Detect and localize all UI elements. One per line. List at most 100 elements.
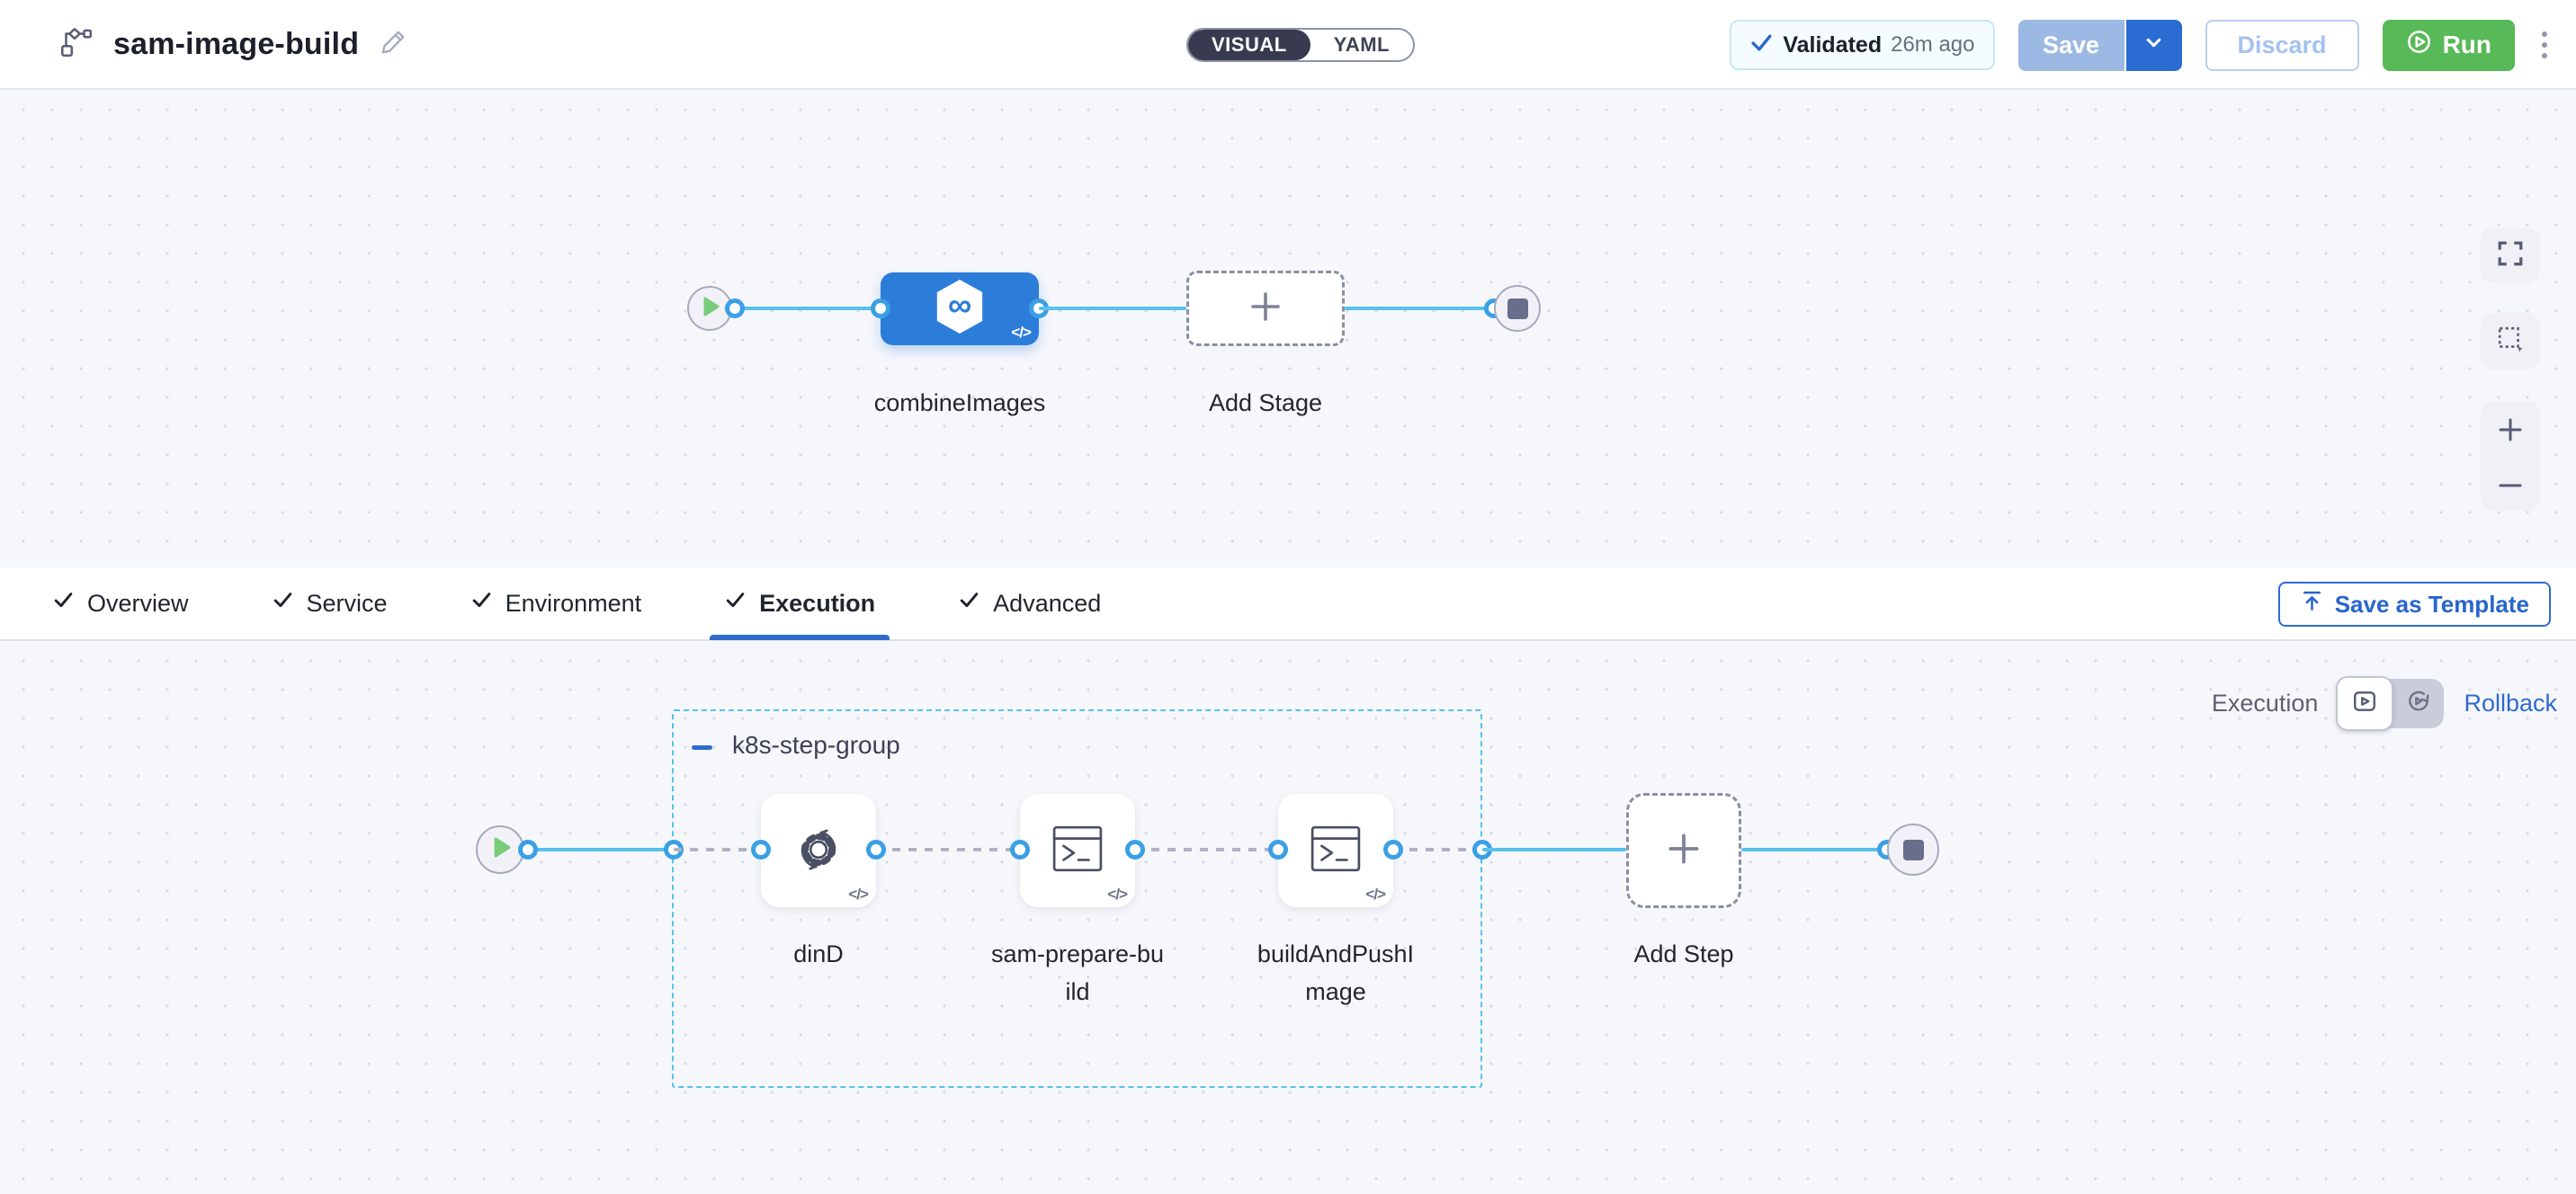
- port[interactable]: [1010, 840, 1030, 860]
- save-as-template-button[interactable]: Save as Template: [2278, 582, 2551, 627]
- rollback-link[interactable]: Rollback: [2464, 690, 2557, 717]
- execution-canvas[interactable]: Execution Rollback k8s-step-group: [0, 641, 2576, 1194]
- execution-rollback-toggle: [2338, 679, 2444, 728]
- edge-dashed: [1393, 848, 1482, 851]
- execution-view-button[interactable]: [2336, 676, 2393, 731]
- play-triangle-icon: [494, 837, 511, 862]
- play-triangle-icon: [703, 297, 720, 321]
- edge-addstage-to-end: [1345, 307, 1494, 310]
- plus-icon: [1244, 285, 1287, 333]
- discard-button[interactable]: Discard: [2205, 20, 2359, 71]
- tab-execution[interactable]: Execution: [724, 566, 875, 640]
- step-group-label[interactable]: k8s-step-group: [732, 731, 900, 760]
- more-options-kebab-icon[interactable]: [2538, 26, 2551, 64]
- toggle-yaml[interactable]: YAML: [1310, 30, 1413, 60]
- run-label: Run: [2443, 31, 2491, 59]
- run-button[interactable]: Run: [2383, 20, 2515, 71]
- tab-label: Overview: [87, 590, 189, 618]
- fullscreen-button[interactable]: [2481, 227, 2540, 283]
- port[interactable]: [725, 298, 745, 318]
- stage-node-combineimages[interactable]: ∞ </>: [881, 272, 1039, 345]
- port[interactable]: [751, 840, 771, 860]
- svg-text:∞: ∞: [948, 287, 971, 324]
- execution-play-icon: [2352, 689, 2377, 718]
- tab-environment[interactable]: Environment: [470, 566, 642, 640]
- collapse-group-icon[interactable]: [692, 745, 712, 750]
- save-split-button: Save: [2018, 20, 2182, 71]
- pipeline-config-tabbar: Overview Service Environment Execution A…: [0, 567, 2576, 641]
- pipeline-header: sam-image-build VISUAL YAML Validated 26…: [0, 0, 2576, 90]
- port[interactable]: [1383, 840, 1403, 860]
- chevron-down-icon: [2142, 31, 2165, 58]
- pipeline-end-node: [1494, 285, 1541, 332]
- port[interactable]: [871, 298, 890, 318]
- save-as-template-label: Save as Template: [2335, 591, 2529, 619]
- step-node-buildandpushimage[interactable]: </>: [1278, 794, 1393, 907]
- step-label[interactable]: sam-prepare-build: [989, 935, 1166, 1011]
- tab-check-icon: [724, 589, 747, 618]
- add-step-button[interactable]: [1626, 793, 1741, 908]
- terminal-icon: [1051, 824, 1104, 878]
- zoom-out-icon[interactable]: [2496, 479, 2525, 496]
- save-dropdown-button[interactable]: [2126, 20, 2182, 71]
- tab-overview[interactable]: Overview: [52, 566, 189, 640]
- edge-start-to-stage: [735, 307, 881, 310]
- fullscreen-icon: [2497, 240, 2524, 272]
- page-title: sam-image-build: [113, 27, 359, 62]
- edge-group-to-addstep: [1482, 848, 1626, 851]
- active-tab-underline: [710, 635, 890, 640]
- port[interactable]: [1268, 840, 1288, 860]
- zoom-in-icon[interactable]: [2496, 415, 2525, 449]
- rollback-view-button[interactable]: [2393, 679, 2444, 728]
- tab-advanced[interactable]: Advanced: [958, 566, 1101, 640]
- stop-square-icon: [1903, 840, 1924, 860]
- edge-start-to-group: [528, 848, 674, 851]
- execution-mode-label: Execution: [2212, 690, 2319, 717]
- stage-canvas[interactable]: ∞ </> combineImages Add Stage: [0, 90, 2576, 567]
- edge-dashed: [876, 848, 1020, 851]
- ci-hexagon-icon: ∞: [934, 279, 986, 339]
- edit-pencil-icon[interactable]: [379, 28, 407, 61]
- step-node-sam-prepare-build[interactable]: </>: [1020, 794, 1135, 907]
- step-node-dind[interactable]: </>: [761, 794, 876, 907]
- code-icon: </>: [1011, 324, 1031, 342]
- add-stage-label[interactable]: Add Stage: [1176, 384, 1355, 422]
- edge-addstep-to-end: [1741, 848, 1887, 851]
- visual-yaml-toggle: VISUAL YAML: [1186, 28, 1415, 62]
- edge-dashed: [674, 848, 761, 851]
- code-icon: </>: [1107, 886, 1127, 904]
- tab-check-icon: [52, 589, 75, 618]
- code-icon: </>: [848, 886, 868, 904]
- execution-start-node: [476, 825, 524, 874]
- tab-label: Service: [307, 590, 388, 618]
- add-step-label[interactable]: Add Step: [1594, 935, 1774, 973]
- execution-rollback-switch: Execution Rollback: [2212, 679, 2557, 728]
- step-label[interactable]: dinD: [729, 935, 908, 973]
- check-icon: [1749, 31, 1774, 59]
- stage-label[interactable]: combineImages: [852, 384, 1068, 422]
- upload-template-icon: [2300, 589, 2324, 619]
- tab-check-icon: [958, 589, 980, 618]
- port[interactable]: [1125, 840, 1145, 860]
- edge-stage-to-addstage: [1039, 307, 1186, 310]
- rollback-icon: [2406, 689, 2431, 718]
- add-stage-button[interactable]: [1186, 271, 1345, 346]
- tab-label: Environment: [505, 590, 642, 618]
- step-label[interactable]: buildAndPushImage: [1248, 935, 1423, 1011]
- tab-check-icon: [470, 589, 493, 618]
- toggle-visual[interactable]: VISUAL: [1188, 30, 1310, 60]
- multi-select-button[interactable]: [2481, 313, 2540, 370]
- stop-square-icon: [1507, 298, 1528, 319]
- validated-badge[interactable]: Validated 26m ago: [1730, 20, 1994, 70]
- tab-service[interactable]: Service: [272, 566, 388, 640]
- code-icon: </>: [1365, 886, 1385, 904]
- save-button[interactable]: Save: [2018, 20, 2126, 71]
- validated-time: 26m ago: [1891, 32, 1974, 58]
- edge-dashed: [1135, 848, 1278, 851]
- pipeline-graph-icon: [58, 24, 94, 65]
- tab-label: Advanced: [993, 590, 1101, 618]
- validated-label: Validated: [1783, 32, 1882, 58]
- play-circle-icon: [2406, 29, 2432, 61]
- port[interactable]: [518, 840, 538, 860]
- port[interactable]: [866, 840, 886, 860]
